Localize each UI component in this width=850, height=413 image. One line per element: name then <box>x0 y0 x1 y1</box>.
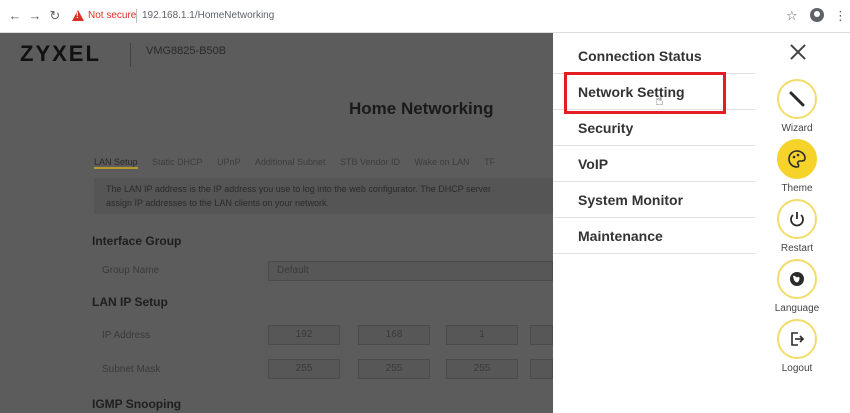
model-name: VMG8825-B50B <box>146 45 227 57</box>
close-icon[interactable] <box>788 42 808 62</box>
language-label[interactable]: Language <box>762 303 832 314</box>
tab-lan-setup[interactable]: LAN Setup <box>94 157 138 169</box>
page-title: Home Networking <box>349 99 494 118</box>
logout-label[interactable]: Logout <box>762 363 832 374</box>
section-igmp-snooping: IGMP Snooping <box>92 397 182 411</box>
tab-stb-vendor-id[interactable]: STB Vendor ID <box>340 157 400 167</box>
ip-octet-1[interactable]: 192 <box>268 325 340 345</box>
page-content: ZYXEL VMG8825-B50B Home Networking LAN S… <box>0 33 564 413</box>
highlight-box <box>564 72 726 114</box>
forward-icon[interactable]: → <box>28 9 42 23</box>
url-text[interactable]: 192.168.1.1/HomeNetworking <box>142 10 274 21</box>
info-line: assign IP addresses to the LAN clients o… <box>106 198 329 208</box>
hand-cursor-icon: ☝ <box>655 92 664 108</box>
menu-item-system-monitor[interactable]: System Monitor <box>553 182 755 218</box>
menu-item-maintenance[interactable]: Maintenance <box>553 218 755 254</box>
info-line: The LAN IP address is the IP address you… <box>106 184 492 194</box>
wizard-label[interactable]: Wizard <box>762 123 832 134</box>
ip-octet-4[interactable] <box>530 325 553 345</box>
ip-octet-2[interactable]: 168 <box>358 325 430 345</box>
tab-tf[interactable]: TF <box>484 157 495 167</box>
tab-bar: LAN Setup Static DHCP UPnP Additional Su… <box>94 152 505 169</box>
ip-address-label: IP Address <box>102 330 151 341</box>
mask-octet-2[interactable]: 255 <box>358 359 430 379</box>
globe-icon[interactable] <box>777 259 817 299</box>
tab-additional-subnet[interactable]: Additional Subnet <box>255 157 326 167</box>
tab-wake-on-lan[interactable]: Wake on LAN <box>414 157 469 167</box>
reload-icon[interactable]: ↻ <box>48 9 62 23</box>
wizard-icon[interactable] <box>777 79 817 119</box>
mask-octet-1[interactable]: 255 <box>268 359 340 379</box>
section-lan-ip-setup: LAN IP Setup <box>92 295 168 309</box>
security-status[interactable]: Not secure <box>88 10 136 21</box>
logo-separator <box>130 43 131 67</box>
subnet-mask-label: Subnet Mask <box>102 364 161 375</box>
theme-icon[interactable] <box>777 139 817 179</box>
back-icon[interactable]: ← <box>8 9 22 23</box>
group-name-select[interactable]: Default <box>268 261 553 281</box>
zyxel-logo: ZYXEL <box>20 41 101 66</box>
info-box: The LAN IP address is the IP address you… <box>94 178 564 214</box>
menu-item-connection-status[interactable]: Connection Status <box>553 38 755 74</box>
mask-octet-4[interactable] <box>530 359 553 379</box>
restart-icon[interactable] <box>777 199 817 239</box>
warning-icon <box>72 10 84 21</box>
group-name-label: Group Name <box>102 265 160 276</box>
logout-icon[interactable] <box>777 319 817 359</box>
mask-octet-3[interactable]: 255 <box>446 359 518 379</box>
address-bar[interactable]: Not secure 192.168.1.1/HomeNetworking <box>66 6 810 27</box>
restart-label[interactable]: Restart <box>762 243 832 254</box>
browser-menu-icon[interactable]: ⋮ <box>834 8 847 24</box>
section-interface-group: Interface Group <box>92 234 182 248</box>
profile-icon[interactable] <box>810 8 824 22</box>
address-separator <box>136 9 137 23</box>
menu-item-security[interactable]: Security <box>553 110 755 146</box>
theme-label[interactable]: Theme <box>762 183 832 194</box>
bookmark-star-icon[interactable]: ☆ <box>786 8 798 24</box>
tab-static-dhcp[interactable]: Static DHCP <box>152 157 203 167</box>
browser-toolbar: ← → ↻ Not secure 192.168.1.1/HomeNetwork… <box>0 0 850 33</box>
tab-upnp[interactable]: UPnP <box>217 157 241 167</box>
menu-item-voip[interactable]: VoIP <box>553 146 755 182</box>
ip-octet-3[interactable]: 1 <box>446 325 518 345</box>
